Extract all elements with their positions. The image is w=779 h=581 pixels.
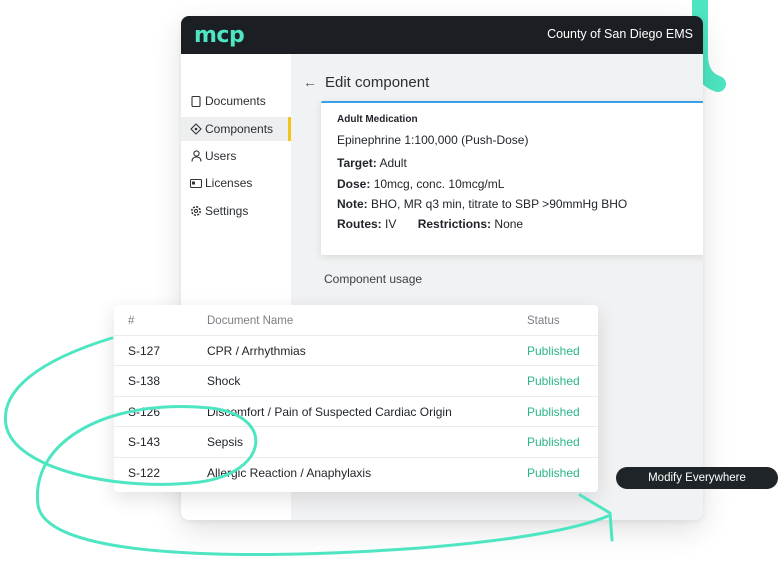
sidebar-item-label: Users (205, 149, 237, 163)
organization-name[interactable]: County of San Diego EMS (547, 27, 693, 41)
row-status: Published (527, 344, 580, 358)
dose-value: 10mcg, conc. 10mcg/mL (373, 177, 505, 191)
page-title: Edit component (325, 74, 430, 91)
row-status: Published (527, 466, 580, 480)
table-row[interactable]: S-143 Sepsis Published (114, 426, 598, 457)
row-id: S-126 (128, 405, 161, 419)
component-usage-table: # Document Name Status S-127 CPR / Arrhy… (114, 305, 598, 492)
row-status: Published (527, 435, 580, 449)
table-row[interactable]: S-126 Discomfort / Pain of Suspected Car… (114, 396, 598, 427)
note-value: BHO, MR q3 min, titrate to SBP >90mmHg B… (371, 197, 628, 211)
table-row[interactable]: S-127 CPR / Arrhythmias Published (114, 335, 598, 366)
row-document-name: Allergic Reaction / Anaphylaxis (207, 466, 372, 480)
component-usage-label: Component usage (324, 272, 423, 286)
column-header-id: # (128, 315, 135, 327)
component-card: Adult Medication Epinephrine 1:100,000 (… (321, 101, 703, 255)
column-header-status: Status (527, 315, 560, 327)
gear-icon (189, 205, 203, 217)
component-note: Note: BHO, MR q3 min, titrate to SBP >90… (337, 197, 627, 211)
row-status: Published (527, 374, 580, 388)
column-header-document-name: Document Name (207, 315, 294, 327)
sidebar-item-label: Documents (205, 94, 266, 108)
sidebar-item-licenses[interactable]: Licenses (181, 171, 291, 195)
row-document-name: CPR / Arrhythmias (207, 344, 306, 358)
routes-label: Routes: (337, 217, 382, 231)
dose-label: Dose: (337, 177, 371, 191)
table-row[interactable]: S-138 Shock Published (114, 365, 598, 396)
document-icon (189, 95, 203, 107)
row-id: S-122 (128, 466, 161, 480)
sidebar-item-users[interactable]: Users (181, 144, 291, 168)
back-arrow-icon[interactable]: ← (303, 74, 317, 90)
component-dose: Dose: 10mcg, conc. 10mcg/mL (337, 177, 504, 191)
sidebar-item-label: Licenses (205, 176, 253, 190)
routes-value: IV (385, 217, 397, 231)
note-label: Note: (337, 197, 368, 211)
row-id: S-138 (128, 374, 161, 388)
modify-everywhere-button[interactable]: Modify Everywhere (616, 467, 778, 489)
top-bar: mcp County of San Diego EMS (181, 16, 703, 54)
component-category: Adult Medication (337, 114, 418, 125)
component-target: Target: Adult (337, 156, 407, 170)
app-logo[interactable]: mcp (194, 23, 245, 48)
row-document-name: Discomfort / Pain of Suspected Cardiac O… (207, 405, 452, 419)
component-icon (189, 123, 203, 135)
restrictions-value: None (494, 217, 524, 231)
sidebar-item-documents[interactable]: Documents (181, 89, 291, 113)
sidebar-item-label: Components (205, 122, 274, 136)
target-label: Target: (337, 156, 377, 170)
component-name: Epinephrine 1:100,000 (Push-Dose) (337, 133, 529, 147)
license-icon (189, 178, 203, 188)
sidebar-item-label: Settings (205, 204, 249, 218)
row-id: S-127 (128, 344, 161, 358)
row-document-name: Shock (207, 374, 241, 388)
sidebar-item-components[interactable]: Components (181, 117, 291, 141)
user-icon (189, 150, 203, 162)
row-document-name: Sepsis (207, 435, 244, 449)
restrictions-label: Restrictions: (417, 217, 492, 231)
row-status: Published (527, 405, 580, 419)
sidebar-item-settings[interactable]: Settings (181, 199, 291, 223)
target-value: Adult (379, 156, 407, 170)
table-row[interactable]: S-122 Allergic Reaction / Anaphylaxis Pu… (114, 457, 598, 488)
row-id: S-143 (128, 435, 161, 449)
component-routes: Routes: IV Restrictions: None (337, 217, 523, 231)
